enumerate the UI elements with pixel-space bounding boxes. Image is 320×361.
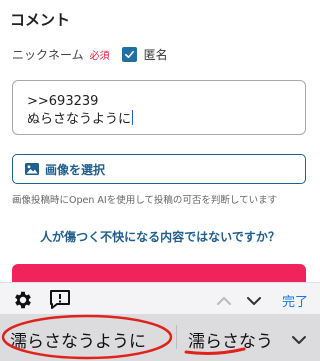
gear-icon[interactable] — [12, 289, 34, 315]
checkmark-icon — [124, 50, 134, 58]
comment-line-2-text: ぬらさなうように — [27, 112, 132, 127]
chevron-up-icon[interactable] — [216, 292, 232, 311]
submit-button[interactable] — [12, 264, 306, 284]
candidate-bar: 濡らさなうように 濡らさなう — [0, 314, 320, 361]
nickname-row: ニックネーム 必須 匿名 — [12, 44, 168, 64]
keyboard-toolbar: 完了 — [0, 282, 320, 314]
ai-notice: 画像投稿時にOpen AIを使用して投稿の可否を判断しています — [12, 195, 278, 206]
text-caret — [132, 110, 134, 125]
anonymous-label[interactable]: 匿名 — [144, 46, 168, 63]
section-title: コメント — [10, 11, 71, 29]
comment-textarea[interactable]: >>693239 ぬらさなうように — [12, 80, 306, 135]
done-button[interactable]: 完了 — [282, 291, 308, 310]
comment-line-1: >>693239 — [27, 94, 99, 109]
harm-check-link[interactable]: 人が傷つく不快になる内容ではないですか？ — [0, 228, 320, 245]
feedback-icon[interactable] — [48, 289, 72, 315]
comment-line-2: ぬらさなうように — [27, 110, 291, 128]
select-image-label: 画像を選択 — [45, 162, 106, 177]
required-badge: 必須 — [89, 50, 110, 62]
anonymous-checkbox[interactable] — [121, 46, 137, 62]
chevron-down-icon[interactable] — [246, 292, 262, 311]
red-circle-annotation — [1, 314, 246, 360]
nickname-label: ニックネーム — [12, 47, 84, 62]
image-icon — [25, 163, 39, 175]
select-image-button[interactable]: 画像を選択 — [12, 154, 306, 184]
